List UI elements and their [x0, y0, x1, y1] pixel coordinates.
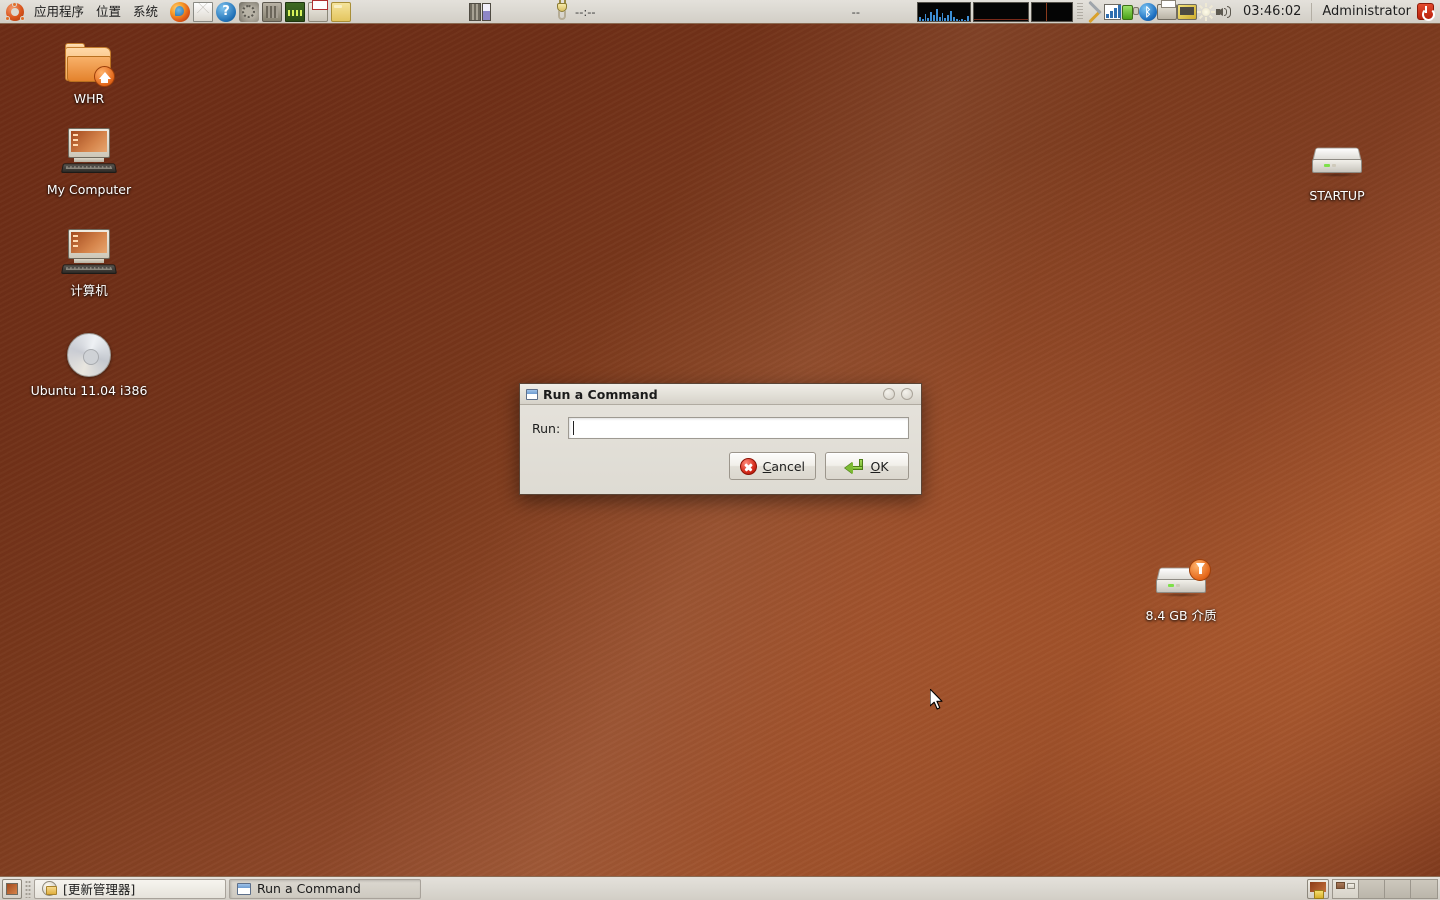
run-input[interactable]: [568, 417, 909, 439]
power-plug-icon: [553, 0, 571, 22]
computer-icon: [33, 124, 145, 176]
text-caret: [573, 421, 575, 435]
desktop-icon-jisuanji[interactable]: 计算机: [33, 225, 145, 299]
printer-icon[interactable]: [308, 0, 329, 22]
cpu-graph-applet[interactable]: [916, 1, 971, 22]
panel-menubar: 应用程序 位置 系统: [28, 0, 164, 24]
menu-places[interactable]: 位置: [90, 1, 127, 23]
menu-applications[interactable]: 应用程序: [28, 1, 90, 23]
desktop-icon-ubuntu-cd[interactable]: Ubuntu 11.04 i386: [27, 325, 151, 399]
cancel-button-label: Cancel: [762, 458, 805, 474]
bluetooth-icon[interactable]: ᛒ: [1138, 2, 1157, 21]
panel-separator: [1076, 2, 1083, 21]
desktop-icon-label: 计算机: [70, 283, 108, 298]
workspace-switcher[interactable]: [1332, 878, 1438, 899]
workspace-3[interactable]: [1385, 879, 1411, 898]
printer-status-icon[interactable]: [1156, 0, 1177, 20]
usb-drive-icon: [1125, 550, 1237, 602]
display-icon[interactable]: [1176, 3, 1197, 20]
user-menu-label[interactable]: Administrator: [1312, 4, 1417, 19]
bottom-panel: [更新管理器] Run a Command: [0, 876, 1440, 900]
cancel-icon: [739, 457, 757, 475]
memory-disk-applet-icon[interactable]: [469, 0, 492, 24]
dialog-titlebar[interactable]: Run a Command: [520, 384, 921, 405]
folder-icon[interactable]: [331, 1, 352, 22]
run-field-label: Run:: [532, 420, 561, 436]
task-label: Run a Command: [257, 881, 361, 896]
ok-button-label: OK: [870, 458, 889, 474]
mouse-cursor: [930, 689, 943, 710]
brightness-icon[interactable]: [1196, 2, 1215, 21]
trash-applet-icon[interactable]: [1307, 878, 1329, 899]
home-folder-icon: [33, 33, 145, 87]
desktop-icon-my-computer[interactable]: My Computer: [33, 124, 145, 198]
network-graph-applet[interactable]: [972, 1, 1029, 22]
desktop-icon-whr[interactable]: WHR: [33, 33, 145, 107]
run-command-dialog: Run a Command Run: Cancel OK: [519, 383, 922, 495]
top-panel: 应用程序 位置 系统 ? --:-- -- ᛒ 03:46:02 Adminis…: [0, 0, 1440, 24]
clock-label[interactable]: 03:46:02: [1233, 4, 1311, 19]
dialog-body: Run: Cancel OK: [520, 405, 921, 490]
volume-icon[interactable]: [1215, 4, 1233, 20]
desktop-icon-label: WHR: [73, 91, 105, 106]
maximize-button-icon[interactable]: [901, 388, 913, 400]
ok-button[interactable]: OK: [825, 452, 909, 480]
chip-icon[interactable]: [262, 1, 283, 22]
mail-icon[interactable]: [193, 1, 214, 22]
desktop-icon-8gb-media[interactable]: 8.4 GB 介质: [1125, 550, 1237, 624]
task-update-manager[interactable]: [更新管理器]: [34, 878, 226, 899]
power-shutdown-icon[interactable]: [1417, 3, 1435, 21]
show-desktop-icon[interactable]: [2, 878, 22, 899]
workspace-4[interactable]: [1411, 879, 1437, 898]
minimize-button-icon[interactable]: [883, 388, 895, 400]
update-manager-icon: [42, 881, 57, 896]
desktop-icon-label: My Computer: [46, 182, 132, 197]
window-icon: [237, 882, 251, 895]
battery-time-label: --:--: [575, 4, 596, 19]
panel-grip[interactable]: [25, 879, 31, 898]
menu-system[interactable]: 系统: [127, 1, 164, 23]
desktop-icon-startup[interactable]: STARTUP: [1281, 130, 1393, 204]
window-icon: [526, 388, 538, 400]
hard-drive-icon: [1281, 130, 1393, 182]
panel-launchers: ?: [170, 0, 352, 22]
gears-icon[interactable]: [239, 1, 260, 22]
battery-icon[interactable]: [1121, 3, 1139, 21]
run-field-row: Run:: [532, 417, 909, 439]
task-run-a-command[interactable]: Run a Command: [229, 878, 421, 899]
tools-icon[interactable]: [1086, 3, 1104, 21]
net-rate-label: --: [851, 4, 860, 19]
desktop-icon-label: 8.4 GB 介质: [1145, 608, 1217, 623]
cancel-button[interactable]: Cancel: [728, 452, 816, 480]
firefox-icon[interactable]: [170, 1, 191, 22]
ram-icon[interactable]: [285, 1, 306, 22]
disk-graph-applet[interactable]: [1030, 1, 1073, 22]
ubuntu-logo-icon[interactable]: [5, 1, 25, 21]
workspace-2[interactable]: [1359, 879, 1385, 898]
dialog-actions: Cancel OK: [532, 452, 909, 480]
cd-disc-icon: [27, 325, 151, 377]
desktop-icon-label: STARTUP: [1309, 188, 1365, 203]
dialog-title: Run a Command: [543, 386, 658, 402]
desktop-icon-label: Ubuntu 11.04 i386: [30, 383, 148, 398]
help-icon[interactable]: ?: [216, 1, 237, 22]
computer-icon: [33, 225, 145, 277]
task-label: [更新管理器]: [63, 882, 136, 897]
signal-strength-icon[interactable]: [1103, 3, 1121, 20]
cpu-graph-bars: [918, 3, 970, 21]
enter-arrow-icon: [845, 458, 864, 474]
power-plug-applet[interactable]: --:--: [553, 0, 599, 24]
workspace-1[interactable]: [1333, 879, 1359, 898]
